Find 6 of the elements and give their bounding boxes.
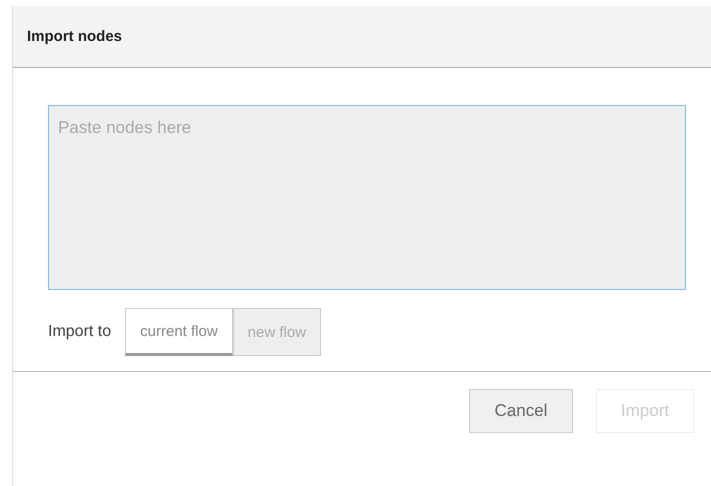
import-to-label: Import to <box>48 323 112 341</box>
toggle-option[interactable]: current flow <box>125 308 233 356</box>
toggle-option[interactable]: new flow <box>232 308 322 356</box>
dialog-title: Import nodes <box>27 28 122 45</box>
dialog-button[interactable]: Cancel <box>469 389 573 433</box>
paste-field[interactable]: Paste nodes here <box>48 105 686 290</box>
